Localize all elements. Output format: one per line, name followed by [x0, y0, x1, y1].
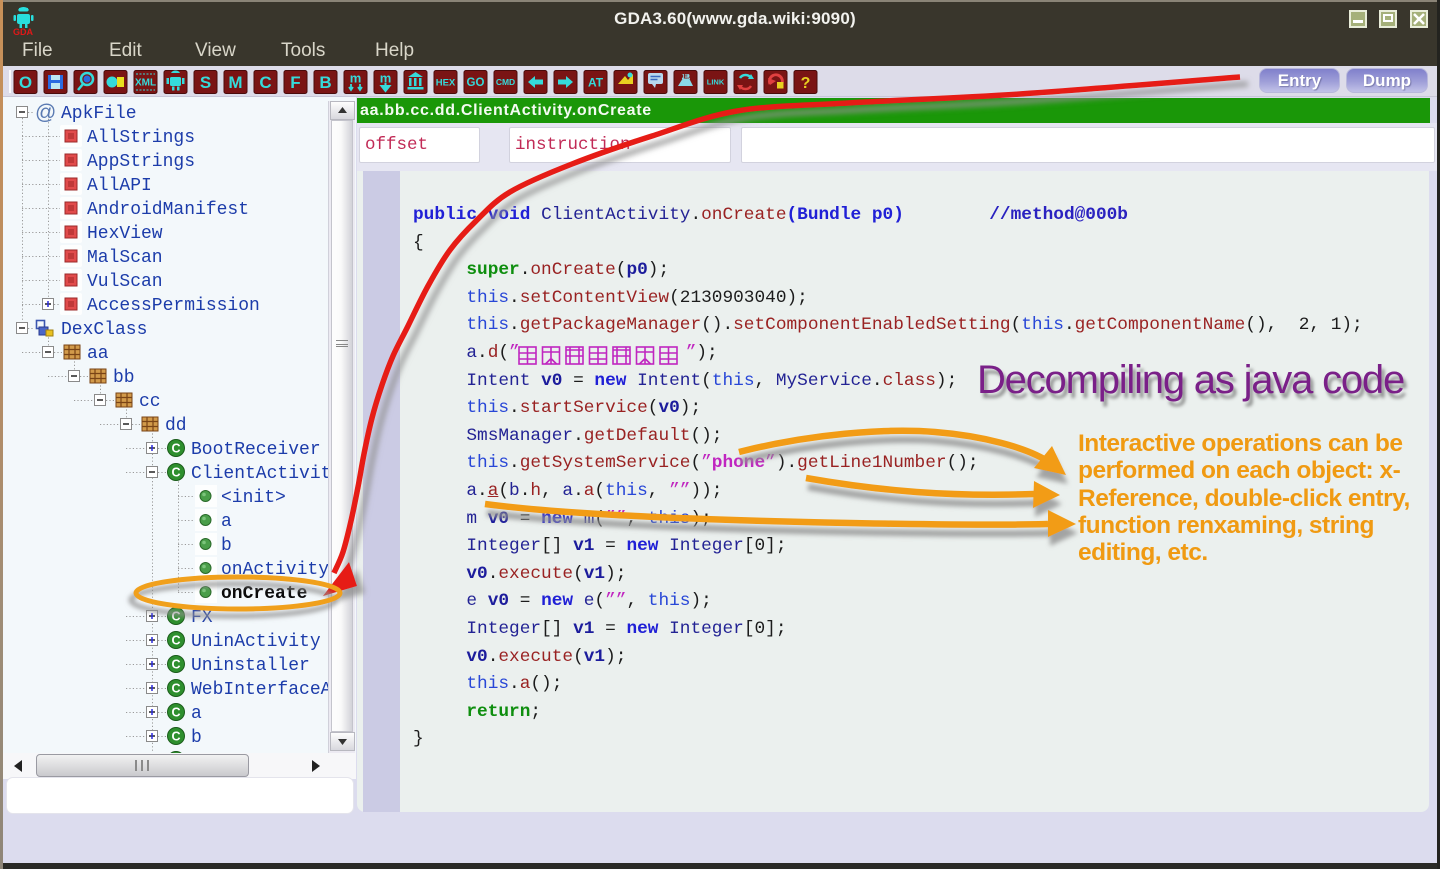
svg-text:GDA: GDA: [13, 27, 34, 37]
svg-text:C: C: [171, 634, 180, 648]
svg-text:XML: XML: [135, 78, 156, 89]
svg-text:DEX: DEX: [678, 74, 693, 81]
svg-text:AT: AT: [588, 75, 604, 89]
svg-text:cc: cc: [139, 392, 161, 412]
svg-text:C: C: [171, 658, 180, 672]
svg-text:F: F: [290, 73, 300, 92]
svg-text:UninActivity: UninActivity: [191, 632, 321, 652]
svg-text:C: C: [171, 610, 180, 624]
svg-text:bb: bb: [113, 368, 135, 388]
svg-text:B: B: [319, 73, 331, 92]
svg-text:BootReceiver: BootReceiver: [191, 440, 321, 460]
svg-text:onCreate: onCreate: [221, 584, 307, 604]
svg-text:Uninstaller: Uninstaller: [191, 656, 310, 676]
svg-text:aa: aa: [87, 344, 109, 364]
svg-text:dd: dd: [165, 416, 187, 436]
svg-text:C: C: [171, 706, 180, 720]
svg-text:?: ?: [801, 75, 811, 92]
svg-text:C: C: [171, 466, 180, 480]
svg-text:AppStrings: AppStrings: [87, 152, 195, 172]
svg-text:AndroidManifest: AndroidManifest: [87, 200, 249, 220]
svg-text:C: C: [171, 682, 180, 696]
svg-text:FX: FX: [191, 608, 213, 628]
svg-text:ClientActivity: ClientActivity: [191, 464, 342, 484]
svg-text:O: O: [19, 73, 32, 92]
svg-text:b: b: [191, 728, 202, 748]
svg-text:AccessPermission: AccessPermission: [87, 296, 260, 316]
svg-text:LINK: LINK: [707, 78, 725, 87]
svg-text:ApkFile: ApkFile: [61, 104, 137, 124]
svg-text:a: a: [221, 512, 232, 532]
svg-text:C: C: [259, 73, 271, 92]
svg-text:HexView: HexView: [87, 224, 163, 244]
svg-text:M: M: [228, 73, 242, 92]
svg-text:HEX: HEX: [436, 77, 456, 88]
svg-text:S: S: [200, 73, 211, 92]
svg-text:AllAPI: AllAPI: [87, 176, 152, 196]
svg-text:DexClass: DexClass: [61, 320, 147, 340]
svg-text:@: @: [35, 101, 56, 124]
svg-text:VulScan: VulScan: [87, 272, 163, 292]
svg-text:CMD: CMD: [496, 77, 515, 87]
svg-text:C: C: [171, 442, 180, 456]
svg-text:GO: GO: [467, 77, 485, 89]
svg-text:a: a: [191, 704, 202, 724]
svg-text:MalScan: MalScan: [87, 248, 163, 268]
svg-text:b: b: [221, 536, 232, 556]
svg-text:C: C: [171, 730, 180, 744]
svg-text:<init>: <init>: [221, 488, 286, 508]
svg-text:AllStrings: AllStrings: [87, 128, 195, 148]
svg-text:m: m: [350, 71, 362, 86]
